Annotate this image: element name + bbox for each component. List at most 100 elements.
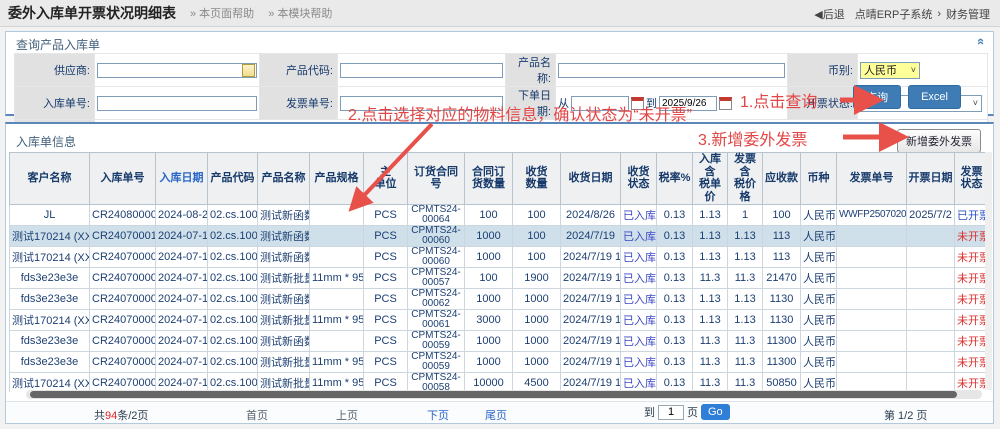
add-outsource-invoice-button[interactable]: 新增委外发票: [897, 129, 981, 153]
cell-invoice-no: [837, 351, 907, 372]
cell-receipt-status[interactable]: 已入库: [621, 309, 657, 330]
col-inbound-date[interactable]: 入库日期: [156, 153, 208, 205]
cell-product-name: 测试新函数成: [258, 225, 310, 246]
cell-unit: PCS: [364, 267, 408, 288]
collapse-panel-icon[interactable]: «: [974, 38, 989, 45]
vertical-scrollbar[interactable]: [985, 152, 992, 390]
cell-contract-no: CPMTS24-00060: [408, 225, 465, 246]
cell-receipt-status[interactable]: 已入库: [621, 225, 657, 246]
table-row[interactable]: 测试170214 (XX)CR2407000102024-07-1902.cs.…: [10, 225, 986, 246]
cell-unit-price-tax: 11.3: [693, 267, 728, 288]
cell-invoice-status: 未开票: [955, 288, 986, 309]
cell-contract-no: CPMTS24-00059: [408, 330, 465, 351]
cell-invoice-price-tax: 1.13: [728, 246, 763, 267]
cell-product-spec: 11mm * 95m: [310, 267, 364, 288]
cell-invoice-price-tax: 1: [728, 204, 763, 225]
cell-receipt-status[interactable]: 已入库: [621, 246, 657, 267]
calendar-icon[interactable]: [719, 97, 732, 110]
table-row[interactable]: 测试170214 (XX)CR2407000072024-07-1902.cs.…: [10, 309, 986, 330]
cell-receipt-qty: 100: [513, 204, 561, 225]
currency-select[interactable]: 人民币˅: [860, 62, 920, 79]
cell-unit: PCS: [364, 330, 408, 351]
cell-invoice-price-tax: 1.13: [728, 225, 763, 246]
cell-product-spec: [310, 204, 364, 225]
col-customer: 客户名称: [10, 153, 90, 205]
cell-unit: PCS: [364, 204, 408, 225]
cell-contract-no: CPMTS24-00060: [408, 246, 465, 267]
table-row[interactable]: fds3e23e3eCR2407000072024-07-1902.cs.100…: [10, 288, 986, 309]
cell-receipt-status[interactable]: 已入库: [621, 204, 657, 225]
cell-product-code: 02.cs.100241: [208, 288, 258, 309]
help-module-link[interactable]: » 本模块帮助: [268, 5, 332, 21]
excel-button[interactable]: Excel: [908, 85, 961, 109]
table-row[interactable]: 测试170214 (XX)CR2407000092024-07-1902.cs.…: [10, 246, 986, 267]
cell-product-name: 测试新函数成: [258, 246, 310, 267]
cell-receivable: 50850: [763, 372, 801, 392]
cell-receipt-date: 2024/7/19: [561, 225, 621, 246]
cell-product-name: 测试新函数成: [258, 204, 310, 225]
first-page-link[interactable]: 首页: [246, 407, 268, 423]
cell-customer: 测试170214 (XX): [10, 246, 90, 267]
col-receipt-qty: 收货 数量: [513, 153, 561, 205]
page-number-input[interactable]: [658, 405, 684, 420]
cell-invoice-date: [907, 225, 955, 246]
table-row[interactable]: 测试170214 (XX)CR2407000052024-07-1902.cs.…: [10, 372, 986, 392]
horizontal-scrollbar[interactable]: [26, 390, 982, 399]
cell-inbound-date: 2024-07-19: [156, 309, 208, 330]
breadcrumb: 点晴ERP子系统 › 财务管理: [855, 6, 990, 22]
cell-tax-rate: 0.13: [657, 330, 693, 351]
scrollbar-thumb[interactable]: [30, 391, 957, 398]
cell-invoice-date: 2025/7/2: [907, 204, 955, 225]
cell-customer: fds3e23e3e: [10, 351, 90, 372]
cell-invoice-status: 未开票: [955, 246, 986, 267]
search-button[interactable]: 查询: [853, 85, 901, 109]
help-page-link[interactable]: » 本页面帮助: [190, 5, 254, 21]
col-invoice-price-tax: 发票含 税价格: [728, 153, 763, 205]
cell-invoice-price-tax: 11.3: [728, 372, 763, 392]
cell-product-name: 测试新批量领: [258, 309, 310, 330]
cell-receipt-status[interactable]: 已入库: [621, 330, 657, 351]
cell-receipt-qty: 1900: [513, 267, 561, 288]
product-name-input[interactable]: [558, 63, 785, 78]
cell-invoice-date: [907, 330, 955, 351]
cell-invoice-date: [907, 309, 955, 330]
cell-contract-no: CPMTS24-00059: [408, 351, 465, 372]
cell-receivable: 100: [763, 204, 801, 225]
col-receipt-status: 收货 状态: [621, 153, 657, 205]
cell-currency: 人民币: [801, 351, 837, 372]
table-header-row: 客户名称入库单号入库日期产品代码产品名称产品规格主 单位订货合同号合同订 货数量…: [10, 153, 986, 205]
cell-receivable: 1130: [763, 309, 801, 330]
go-button[interactable]: Go: [701, 404, 730, 420]
cell-invoice-no: [837, 309, 907, 330]
cell-receipt-status[interactable]: 已入库: [621, 267, 657, 288]
inbound-no-input[interactable]: [97, 96, 257, 111]
table-row[interactable]: JLCR2408000012024-08-2602.cs.100241测试新函数…: [10, 204, 986, 225]
chevron-down-icon: ˅: [911, 65, 916, 75]
product-code-input[interactable]: [340, 63, 503, 78]
prev-page-link[interactable]: 上页: [336, 407, 358, 423]
supplier-picker-icon[interactable]: [242, 64, 255, 77]
table-row[interactable]: fds3e23e3eCR2407000062024-07-1902.cs.100…: [10, 330, 986, 351]
cell-product-spec: [310, 288, 364, 309]
cell-receipt-status[interactable]: 已入库: [621, 351, 657, 372]
col-receivable: 应收款: [763, 153, 801, 205]
col-contract-qty: 合同订 货数量: [465, 153, 513, 205]
cell-contract-qty: 100: [465, 267, 513, 288]
cell-unit: PCS: [364, 288, 408, 309]
table-row[interactable]: fds3e23e3eCR2407000082024-07-1902.cs.100…: [10, 267, 986, 288]
cell-invoice-price-tax: 11.3: [728, 330, 763, 351]
breadcrumb-module[interactable]: 财务管理: [946, 6, 990, 22]
table-row[interactable]: fds3e23e3eCR2407000062024-07-1902.cs.100…: [10, 351, 986, 372]
cell-invoice-no: [837, 372, 907, 392]
cell-receivable: 21470: [763, 267, 801, 288]
next-page-link[interactable]: 下页: [427, 407, 449, 423]
cell-inbound-no: CR240700008: [90, 267, 156, 288]
supplier-input[interactable]: [97, 63, 257, 78]
back-button[interactable]: ◀后退: [814, 6, 844, 22]
cell-receipt-date: 2024/7/19 10: [561, 330, 621, 351]
currency-label: 币别:: [788, 54, 858, 87]
last-page-link[interactable]: 尾页: [485, 407, 507, 423]
cell-receipt-status[interactable]: 已入库: [621, 288, 657, 309]
cell-receipt-status[interactable]: 已入库: [621, 372, 657, 392]
breadcrumb-system[interactable]: 点晴ERP子系统: [855, 6, 933, 22]
